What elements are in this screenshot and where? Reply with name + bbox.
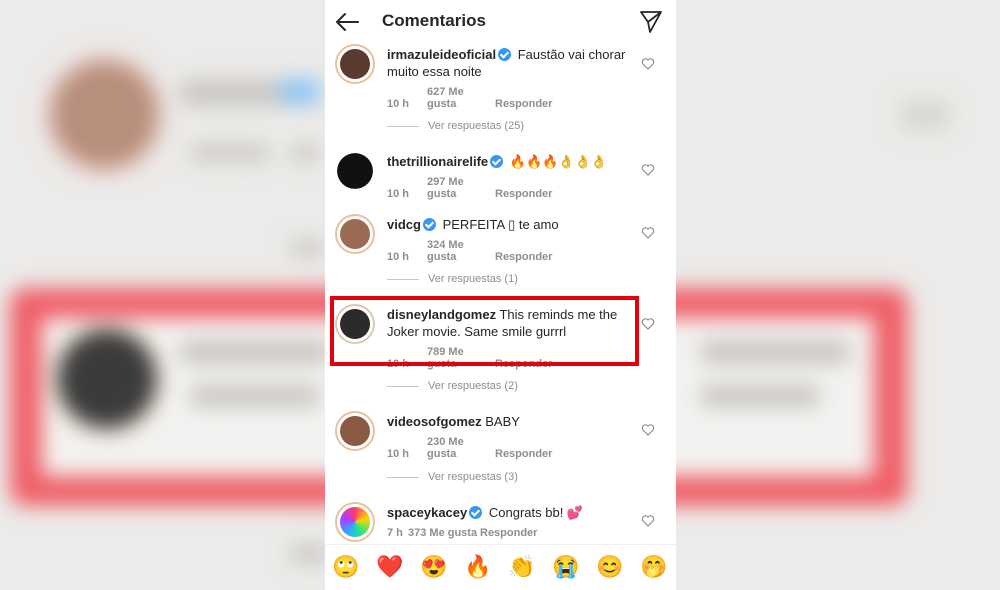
- emoji-giggle-icon[interactable]: 🤭: [639, 555, 669, 579]
- back-arrow-icon[interactable]: [333, 8, 361, 36]
- view-replies-link[interactable]: Ver respuestas (25): [387, 120, 524, 132]
- avatar[interactable]: [335, 214, 375, 254]
- view-replies-label: Ver respuestas (3): [428, 471, 518, 483]
- comment-username[interactable]: videosofgomez: [387, 414, 482, 429]
- blurred-text: [700, 340, 850, 364]
- comment-time: 10 h: [387, 448, 410, 460]
- comment-time: 10 h: [387, 188, 410, 200]
- comment-likes[interactable]: 627 Me gusta: [427, 86, 495, 110]
- blurred-meta: [190, 145, 270, 161]
- reply-button[interactable]: Responder: [480, 527, 537, 539]
- reply-button[interactable]: Responder: [495, 188, 552, 200]
- comment-likes[interactable]: 373 Me gusta: [408, 527, 480, 539]
- view-replies-link[interactable]: Ver respuestas (3): [387, 471, 518, 483]
- comment-text-block: videosofgomez BABY: [387, 413, 637, 430]
- comment-meta: 10 h 230 Me gusta Responder: [387, 436, 552, 460]
- comment-time: 7 h: [387, 527, 403, 539]
- comment-text: PERFEITA ▯ te amo: [442, 217, 559, 232]
- emoji-heart-icon[interactable]: ❤️: [375, 555, 405, 579]
- verified-badge-icon: [422, 218, 436, 231]
- reply-button[interactable]: Responder: [495, 251, 552, 263]
- like-heart-icon[interactable]: [641, 514, 655, 528]
- like-heart-icon[interactable]: [641, 317, 655, 331]
- avatar[interactable]: [335, 44, 375, 84]
- verified-badge-icon: [490, 155, 504, 168]
- divider-line: [387, 385, 419, 387]
- avatar[interactable]: [335, 151, 375, 191]
- avatar[interactable]: [335, 411, 375, 451]
- view-replies-link[interactable]: Ver respuestas (2): [387, 380, 518, 392]
- comment-text-block: thetrillionairelife 🔥🔥🔥👌👌👌: [387, 153, 637, 170]
- comment-likes[interactable]: 230 Me gusta: [427, 436, 495, 460]
- like-heart-icon[interactable]: [641, 226, 655, 240]
- divider-line: [387, 476, 419, 478]
- blurred-text: [700, 385, 820, 407]
- comment-text: 🔥🔥🔥👌👌👌: [509, 154, 607, 169]
- comment-text-block: spaceykacey Congrats bb! 💕: [387, 504, 637, 521]
- blurred-meta: [290, 240, 325, 256]
- send-icon[interactable]: [638, 9, 664, 35]
- comment-text-block: vidcg PERFEITA ▯ te amo: [387, 216, 637, 233]
- like-heart-icon[interactable]: [641, 423, 655, 437]
- reply-button[interactable]: Responder: [495, 448, 552, 460]
- blurred-avatar: [58, 330, 156, 428]
- reply-button[interactable]: Responder: [495, 98, 552, 110]
- comment-username[interactable]: vidcg: [387, 217, 421, 232]
- page-title: Comentarios: [382, 11, 486, 30]
- comment-meta: 10 h 324 Me gusta Responder: [387, 239, 552, 263]
- avatar[interactable]: [335, 502, 375, 542]
- view-replies-label: Ver respuestas (2): [428, 380, 518, 392]
- header: Comentarios: [325, 0, 676, 44]
- emoji-crying-icon[interactable]: 😭: [551, 555, 581, 579]
- blurred-meta: [290, 545, 330, 563]
- comment-meta: 10 h 297 Me gusta Responder: [387, 176, 552, 200]
- comment-text: BABY: [485, 414, 520, 429]
- view-replies-link[interactable]: Ver respuestas (1): [387, 273, 518, 285]
- emoji-smile-icon[interactable]: 😊: [595, 555, 625, 579]
- comment-likes[interactable]: 324 Me gusta: [427, 239, 495, 263]
- emoji-reaction-bar: 🙄 ❤️ 😍 🔥 👏 😭 😊 🤭: [325, 544, 676, 590]
- blurred-meta: [290, 145, 320, 161]
- blurred-avatar: [52, 62, 157, 167]
- divider-line: [387, 278, 419, 280]
- comments-screen: Comentarios irmazuleideoficial Faustão v…: [325, 0, 676, 590]
- comment-meta: 10 h 627 Me gusta Responder: [387, 86, 552, 110]
- comment-meta: 7 h 373 Me gusta Responder: [387, 527, 537, 539]
- comment-username[interactable]: thetrillionairelife: [387, 154, 488, 169]
- verified-badge-icon: [469, 506, 483, 519]
- view-replies-label: Ver respuestas (1): [428, 273, 518, 285]
- blurred-username: [180, 340, 330, 364]
- blurred-text: [190, 385, 320, 407]
- comment-time: 10 h: [387, 251, 410, 263]
- comment-text-block: irmazuleideoficial Faustão vai chorar mu…: [387, 46, 637, 80]
- comment-likes[interactable]: 297 Me gusta: [427, 176, 495, 200]
- emoji-heart-eyes-icon[interactable]: 😍: [419, 555, 449, 579]
- view-replies-label: Ver respuestas (25): [428, 120, 524, 132]
- emoji-fire-icon[interactable]: 🔥: [463, 555, 493, 579]
- divider-line: [387, 125, 419, 127]
- like-heart-icon[interactable]: [641, 57, 655, 71]
- blurred-badge: [280, 78, 320, 104]
- comment-username[interactable]: spaceykacey: [387, 505, 467, 520]
- like-heart-icon[interactable]: [641, 163, 655, 177]
- blurred-heart: [900, 100, 950, 130]
- highlight-box: [330, 296, 639, 366]
- verified-badge-icon: [498, 48, 512, 61]
- comment-text: Congrats bb! 💕: [488, 505, 584, 520]
- comment-username[interactable]: irmazuleideoficial: [387, 47, 496, 62]
- emoji-clap-icon[interactable]: 👏: [507, 555, 537, 579]
- emoji-eye-roll-icon[interactable]: 🙄: [331, 555, 361, 579]
- comment-time: 10 h: [387, 98, 410, 110]
